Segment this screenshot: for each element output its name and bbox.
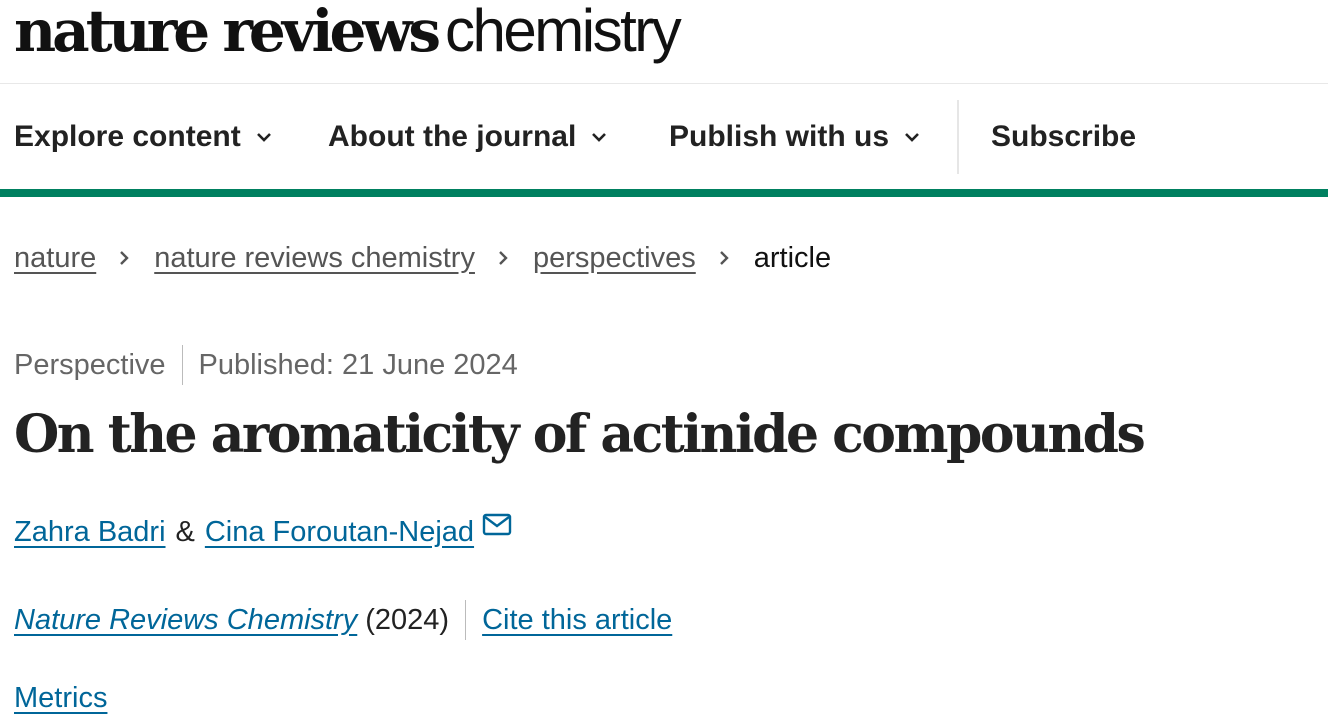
nav-divider bbox=[957, 100, 959, 174]
article-title: On the aromaticity of actinide compounds bbox=[14, 404, 1146, 465]
article-meta: Perspective Published: 21 June 2024 bbox=[14, 344, 518, 386]
citation-line: Nature Reviews Chemistry (2024) Cite thi… bbox=[14, 598, 672, 642]
published-date: Published: 21 June 2024 bbox=[198, 348, 518, 381]
chevron-right-icon bbox=[719, 251, 729, 265]
nav-publish-with-us-label: Publish with us bbox=[669, 120, 890, 153]
citation-divider bbox=[465, 600, 467, 640]
breadcrumb-journal[interactable]: nature reviews chemistry bbox=[154, 242, 475, 275]
author-joiner: & bbox=[175, 515, 195, 548]
metrics-link[interactable]: Metrics bbox=[14, 682, 107, 715]
meta-divider bbox=[181, 345, 183, 385]
author-link[interactable]: Cina Foroutan-Nejad bbox=[205, 516, 474, 549]
chevron-down-icon bbox=[592, 133, 607, 142]
journal-link[interactable]: Nature Reviews Chemistry bbox=[14, 604, 357, 637]
nav-about-journal-label: About the journal bbox=[328, 120, 577, 153]
nav-subscribe[interactable]: Subscribe bbox=[991, 100, 1136, 174]
cite-article-link[interactable]: Cite this article bbox=[482, 604, 672, 637]
logo-wordmark-bold: nature reviews bbox=[14, 0, 441, 65]
nav-explore-content-label: Explore content bbox=[14, 120, 241, 153]
logo-wordmark-light: chemistry bbox=[445, 0, 682, 64]
chevron-right-icon bbox=[499, 251, 508, 265]
chevron-down-icon bbox=[256, 133, 271, 142]
author-list: Zahra Badri & Cina Foroutan-Nejad bbox=[14, 510, 512, 554]
journal-logo[interactable]: nature reviews chemistry bbox=[14, 0, 682, 65]
publication-year: (2024) bbox=[365, 603, 450, 636]
metrics-row: Metrics bbox=[14, 676, 107, 720]
author-link[interactable]: Zahra Badri bbox=[14, 516, 166, 549]
nav-publish-with-us[interactable]: Publish with us bbox=[669, 100, 921, 174]
chevron-down-icon bbox=[905, 133, 919, 142]
breadcrumb-perspectives[interactable]: perspectives bbox=[533, 242, 696, 275]
main-nav: Explore content About the journal Publis… bbox=[0, 100, 1328, 174]
nav-about-journal[interactable]: About the journal bbox=[328, 100, 608, 174]
mail-icon[interactable] bbox=[482, 512, 512, 538]
article-type: Perspective bbox=[14, 348, 166, 381]
breadcrumb-nature[interactable]: nature bbox=[14, 242, 96, 275]
chevron-right-icon bbox=[120, 251, 129, 265]
breadcrumb-current: article bbox=[753, 241, 832, 274]
nav-explore-content[interactable]: Explore content bbox=[14, 100, 273, 174]
nav-subscribe-label: Subscribe bbox=[991, 120, 1137, 153]
breadcrumb: nature nature reviews chemistry perspect… bbox=[14, 236, 831, 280]
accent-bar bbox=[0, 189, 1328, 197]
header-divider bbox=[0, 83, 1328, 84]
